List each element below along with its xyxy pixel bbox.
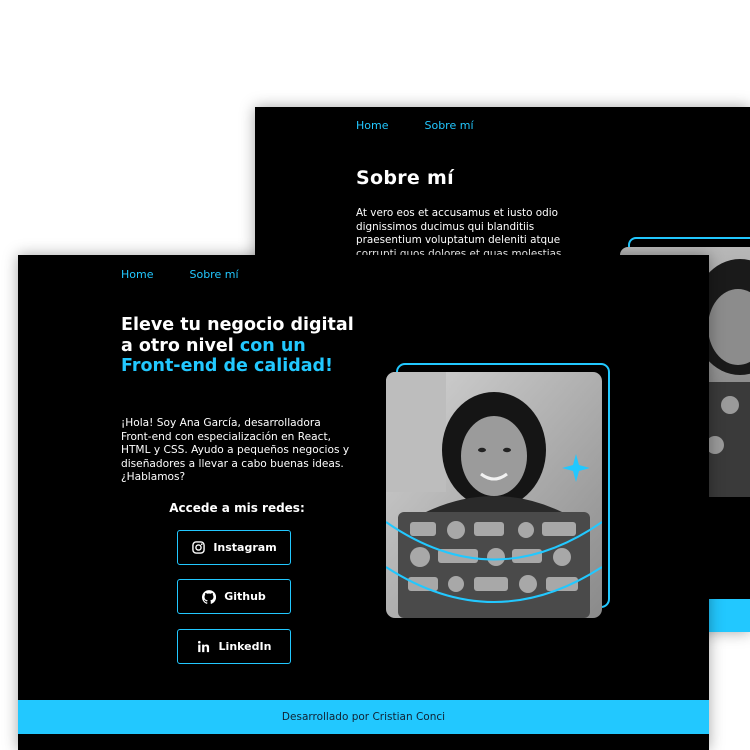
about-paragraph: At vero eos et accusamus et iusto odio d… xyxy=(356,207,562,260)
github-button[interactable]: Github xyxy=(177,579,291,614)
nav-about-link[interactable]: Sobre mí xyxy=(189,268,238,281)
nav-home-link[interactable]: Home xyxy=(356,119,388,132)
profile-photo xyxy=(386,372,602,618)
socials-title: Accede a mis redes: xyxy=(169,501,305,515)
linkedin-label: LinkedIn xyxy=(218,640,272,653)
linkedin-icon xyxy=(197,640,211,654)
github-icon xyxy=(202,589,217,604)
home-page-window: Home Sobre mí Eleve tu negocio digital a… xyxy=(18,255,709,750)
hero-headline-main: Eleve tu negocio digital a otro nivel xyxy=(121,315,354,356)
instagram-button[interactable]: Instagram xyxy=(177,530,291,565)
home-page-nav: Home Sobre mí xyxy=(121,268,239,281)
nav-about-link[interactable]: Sobre mí xyxy=(424,119,473,132)
page-footer: Desarrollado por Cristian Conci xyxy=(18,700,709,734)
hero-intro: ¡Hola! Soy Ana García, desarrolladora Fr… xyxy=(121,417,350,483)
instagram-label: Instagram xyxy=(213,541,277,554)
footer-credit: Desarrollado por Cristian Conci xyxy=(281,711,446,723)
about-page-nav: Home Sobre mí xyxy=(356,119,474,132)
instagram-icon xyxy=(191,541,205,555)
about-title: Sobre mí xyxy=(356,167,454,189)
github-label: Github xyxy=(224,590,266,603)
linkedin-button[interactable]: LinkedIn xyxy=(177,629,291,664)
nav-home-link[interactable]: Home xyxy=(121,268,153,281)
hero-headline: Eleve tu negocio digital a otro nivel co… xyxy=(121,315,361,377)
